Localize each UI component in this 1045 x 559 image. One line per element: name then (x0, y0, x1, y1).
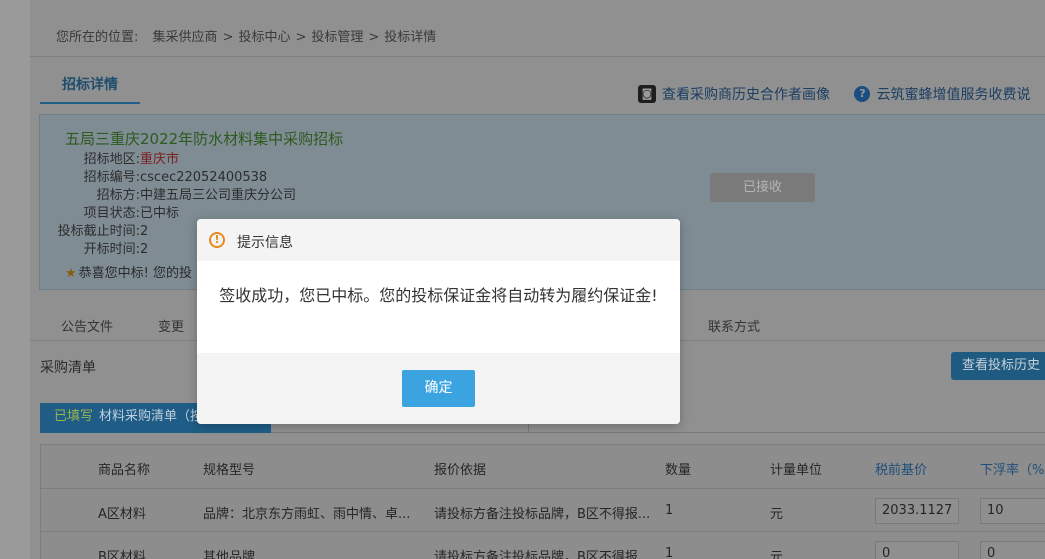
confirm-button[interactable]: 确定 (402, 370, 475, 407)
warning-icon: ! (209, 232, 225, 248)
alert-dialog: ! 提示信息 签收成功，您已中标。您的投标保证金将自动转为履约保证金! 确定 (197, 219, 680, 424)
dialog-body: 签收成功，您已中标。您的投标保证金将自动转为履约保证金! (197, 261, 680, 353)
dialog-footer: 确定 (197, 353, 680, 424)
dialog-header: ! 提示信息 (197, 219, 680, 261)
dialog-message: 签收成功，您已中标。您的投标保证金将自动转为履约保证金! (219, 286, 658, 305)
modal-overlay: ! 提示信息 签收成功，您已中标。您的投标保证金将自动转为履约保证金! 确定 (0, 0, 1045, 559)
dialog-title: 提示信息 (237, 235, 293, 251)
